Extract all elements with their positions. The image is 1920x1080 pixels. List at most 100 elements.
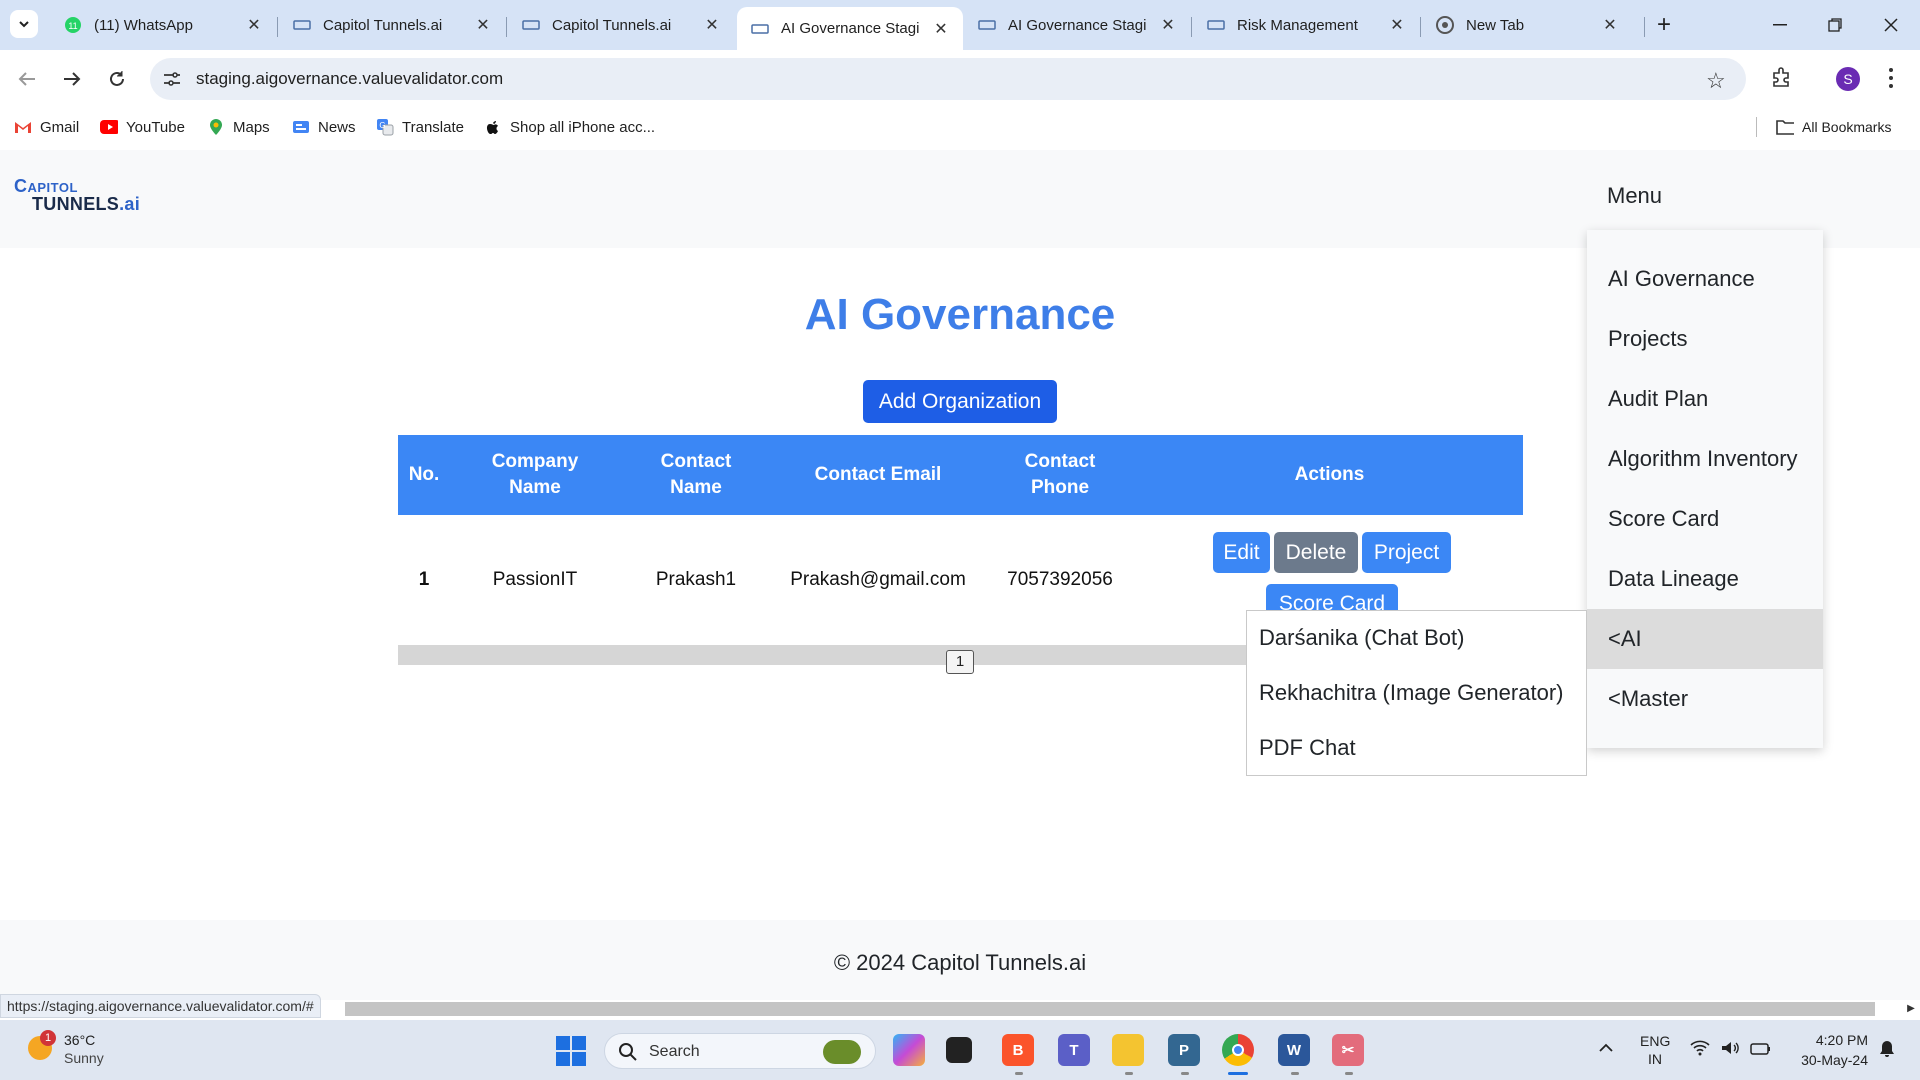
menu-item-ai-governance[interactable]: AI Governance [1587, 249, 1823, 309]
add-organization-button[interactable]: Add Organization [863, 380, 1057, 423]
horizontal-scrollbar[interactable] [345, 1002, 1875, 1016]
bookmarks-bar [0, 108, 1920, 148]
menu-item-data-lineage[interactable]: Data Lineage [1587, 549, 1823, 609]
submenu-item-chat-bot[interactable]: Darśanika (Chat Bot) [1246, 610, 1587, 665]
logo-text-bottom: Tunnels.ai [32, 194, 140, 215]
submenu-item-pdf-chat[interactable]: PDF Chat [1246, 720, 1587, 775]
submenu-item-image-generator[interactable]: Rekhachitra (Image Generator) [1246, 665, 1587, 720]
chevron-up-icon[interactable] [1598, 1040, 1618, 1060]
tab-ai-governance-active[interactable]: AI Governance Stagi ✕ [737, 7, 963, 50]
site-logo[interactable]: Capitol Tunnels.ai [14, 174, 154, 218]
profile-avatar[interactable]: S [1836, 67, 1860, 91]
snipping-tool-icon[interactable]: ✂ [1332, 1034, 1364, 1066]
tab-whatsapp[interactable]: 11 (11) WhatsApp ✕ [50, 8, 276, 42]
delete-button[interactable]: Delete [1274, 532, 1358, 573]
search-placeholder: Search [649, 1043, 700, 1060]
task-view-icon[interactable] [946, 1037, 972, 1063]
close-icon[interactable]: ✕ [931, 19, 951, 39]
page-1-button[interactable]: 1 [946, 650, 974, 674]
cell-no: 1 [418, 568, 430, 590]
capitol-favicon-icon [751, 20, 769, 38]
tab-new-tab[interactable]: New Tab ✕ [1422, 8, 1632, 42]
tab-title: AI Governance Stagi [1008, 16, 1147, 34]
weather-badge: 1 [40, 1030, 56, 1046]
lang-top: ENG [1640, 1033, 1671, 1049]
bookmark-star-icon[interactable]: ☆ [1706, 68, 1726, 94]
close-icon[interactable]: ✕ [1387, 15, 1407, 35]
wifi-icon[interactable] [1690, 1040, 1710, 1061]
extensions-icon[interactable] [1770, 66, 1794, 90]
tab-capitol-2[interactable]: Capitol Tunnels.ai ✕ [508, 8, 734, 42]
header-company-name-text: Company Name [491, 451, 579, 498]
svg-text:11: 11 [68, 21, 77, 31]
volume-icon[interactable] [1720, 1040, 1740, 1061]
header-contact-phone-text: Contact Phone [1024, 451, 1096, 498]
edit-button[interactable]: Edit [1213, 532, 1270, 573]
bookmark-gmail[interactable]: Gmail [14, 116, 79, 138]
status-url: https://staging.aigovernance.valuevalida… [0, 994, 321, 1018]
teams-icon[interactable]: T [1058, 1034, 1090, 1066]
bookmark-maps[interactable]: Maps [207, 116, 270, 138]
clock-time: 4:20 PM [1815, 1032, 1868, 1048]
tab-title: Capitol Tunnels.ai [323, 16, 443, 34]
url-text[interactable]: staging.aigovernance.valuevalidator.com [196, 69, 503, 89]
avocado-icon [823, 1040, 861, 1064]
bookmark-translate[interactable]: G Translate [376, 116, 464, 138]
capitol-favicon-icon [1207, 16, 1225, 34]
search-icon [619, 1043, 637, 1061]
bookmark-news[interactable]: News [292, 116, 356, 138]
forward-button[interactable] [57, 64, 87, 94]
reload-icon [110, 71, 124, 86]
weather-widget[interactable]: 1 36°C Sunny [24, 1030, 124, 1070]
menu-item-algorithm-inventory[interactable]: Algorithm Inventory [1587, 429, 1823, 489]
footer-copyright: © 2024 Capitol Tunnels.ai [833, 950, 1087, 975]
restore-button[interactable] [1820, 10, 1850, 40]
tab-ai-governance-2[interactable]: AI Governance Stagi ✕ [964, 8, 1190, 42]
youtube-icon [100, 118, 118, 136]
language-indicator[interactable]: ENG IN [1640, 1032, 1670, 1068]
menu-item-score-card[interactable]: Score Card [1587, 489, 1823, 549]
all-bookmarks[interactable]: All Bookmarks [1776, 116, 1891, 138]
menu-toggle[interactable]: Menu [1607, 183, 1662, 209]
translate-icon: G [376, 118, 394, 136]
close-icon[interactable]: ✕ [702, 15, 722, 35]
browser-menu-icon[interactable] [1886, 66, 1896, 90]
word-icon[interactable]: W [1278, 1034, 1310, 1066]
new-tab-button[interactable]: + [1650, 12, 1678, 40]
battery-icon[interactable] [1750, 1042, 1772, 1061]
back-arrow-icon [18, 72, 35, 86]
file-explorer-icon[interactable] [1112, 1034, 1144, 1066]
site-info-icon[interactable] [162, 69, 182, 89]
scroll-right-arrow-icon[interactable]: ▶ [1904, 1002, 1918, 1016]
close-icon[interactable]: ✕ [1600, 15, 1620, 35]
close-icon[interactable]: ✕ [1158, 15, 1178, 35]
start-button[interactable] [556, 1036, 586, 1066]
bookmark-shop-iphone[interactable]: Shop all iPhone acc... [484, 116, 655, 138]
chrome-taskbar-icon[interactable] [1222, 1034, 1254, 1066]
menu-item-projects[interactable]: Projects [1587, 309, 1823, 369]
minimize-button[interactable] [1765, 10, 1795, 40]
taskbar-search[interactable]: Search [604, 1033, 876, 1069]
menu-item-master-submenu[interactable]: <Master [1587, 669, 1823, 729]
menu-item-ai-submenu[interactable]: <AI [1587, 609, 1823, 669]
tab-capitol-1[interactable]: Capitol Tunnels.ai ✕ [279, 8, 505, 42]
brave-icon[interactable]: B [1002, 1034, 1034, 1066]
minimize-icon [1773, 24, 1787, 26]
tab-risk-management[interactable]: Risk Management ✕ [1193, 8, 1419, 42]
postgresql-icon[interactable]: P [1168, 1034, 1200, 1066]
header-contact-name-text: Contact Name [660, 451, 732, 498]
back-button[interactable] [12, 64, 42, 94]
tab-search-button[interactable] [10, 10, 38, 38]
menu-item-audit-plan[interactable]: Audit Plan [1587, 369, 1823, 429]
logo-tunnels: Tunnels [32, 194, 120, 214]
close-icon[interactable]: ✕ [244, 15, 264, 35]
project-button[interactable]: Project [1362, 532, 1451, 573]
chevron-down-icon [19, 21, 29, 28]
close-icon[interactable]: ✕ [473, 15, 493, 35]
bookmark-youtube[interactable]: YouTube [100, 116, 185, 138]
notifications-icon[interactable] [1878, 1040, 1896, 1063]
clock[interactable]: 4:20 PM 30-May-24 [1788, 1030, 1868, 1070]
copilot-icon[interactable] [893, 1034, 925, 1066]
window-close-button[interactable] [1876, 10, 1906, 40]
reload-button[interactable] [102, 64, 132, 94]
